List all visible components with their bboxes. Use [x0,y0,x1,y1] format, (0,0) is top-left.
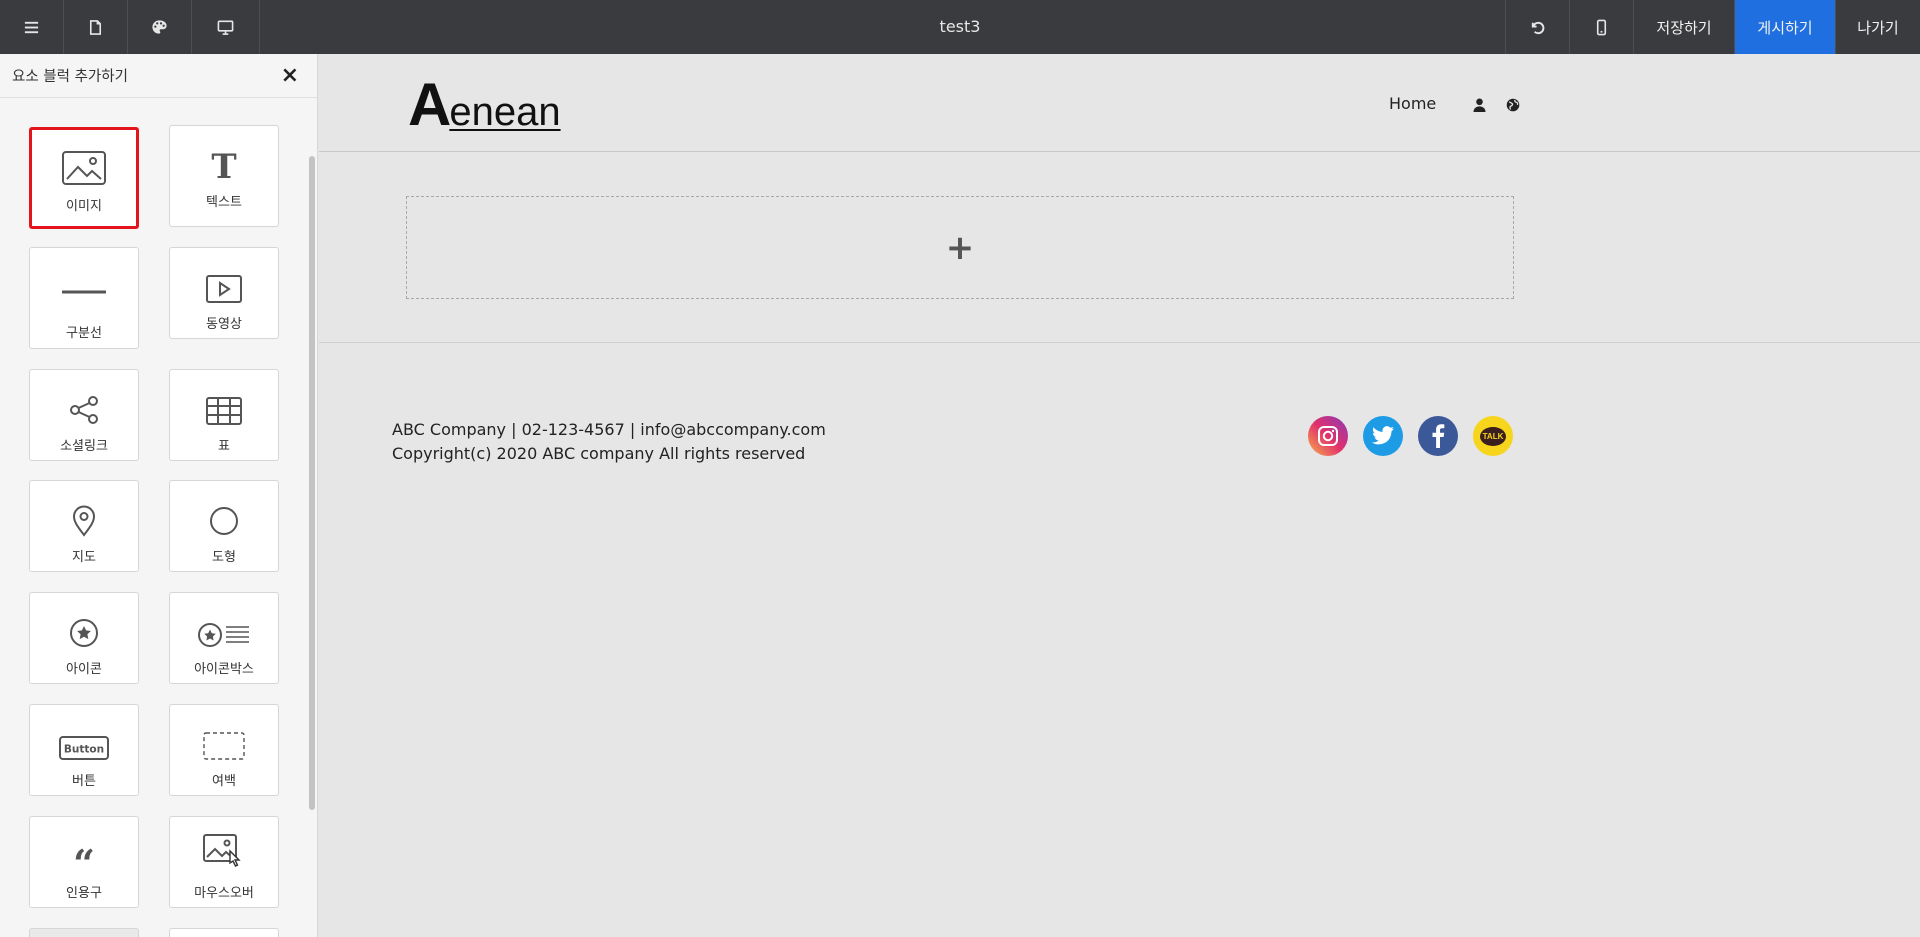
panel-header: 요소 블럭 추가하기 × [0,54,317,98]
tile-partial[interactable] [29,928,139,937]
menu-icon [24,21,39,33]
user-icon[interactable] [1473,97,1486,116]
tile-partial[interactable] [169,928,279,937]
globe-icon[interactable] [1506,97,1520,116]
svg-text:T: T [211,147,236,182]
undo-icon [1531,21,1545,34]
footer-copyright: Copyright(c) 2020 ABC company All rights… [392,444,806,463]
tile-mouseover[interactable]: 마우스오버 [169,816,279,908]
tile-table[interactable]: 표 [169,369,279,461]
video-icon [205,260,243,304]
publish-button[interactable]: 게시하기 [1734,0,1835,54]
desktop-view-button[interactable] [192,0,260,54]
twitter-icon[interactable] [1363,416,1403,456]
tile-label: 인용구 [66,886,102,901]
tile-label: 텍스트 [206,195,242,210]
tile-button[interactable]: Button 버튼 [29,704,139,796]
instagram-icon[interactable] [1308,416,1348,456]
plus-icon: + [945,227,975,268]
site-header[interactable]: Aenean Home [319,54,1920,152]
page-canvas: Aenean Home + ABC Company | 02-123-4567 … [319,54,1920,937]
tile-text[interactable]: T 텍스트 [169,125,279,227]
desktop-icon [217,20,234,35]
tile-label: 소셜링크 [60,439,108,454]
pages-button[interactable] [64,0,128,54]
mobile-icon [1596,19,1607,35]
logo-initial: A [408,71,451,138]
tile-label: 여백 [212,774,236,789]
close-icon[interactable]: × [281,64,299,87]
exit-button-label: 나가기 [1857,18,1899,37]
menu-button[interactable] [0,0,64,54]
tile-label: 아이콘박스 [194,662,254,677]
iconbox-icon [197,605,251,649]
tile-label: 아이콘 [66,662,102,677]
kakao-talk-label: TALK [1480,426,1506,446]
star-circle-icon [68,605,100,649]
svg-text:“: “ [73,847,95,873]
site-logo[interactable]: Aenean [408,70,561,139]
quote-icon: “ [69,829,99,873]
share-icon [68,382,100,426]
map-pin-icon [71,493,97,537]
panel-scrollbar[interactable] [309,104,316,937]
footer-text[interactable]: ABC Company | 02-123-4567 | info@abccomp… [392,418,826,466]
text-icon: T [209,138,239,182]
tile-label: 이미지 [66,199,102,214]
tile-iconbox[interactable]: 아이콘박스 [169,592,279,684]
tile-label: 구분선 [66,326,102,341]
mobile-view-button[interactable] [1569,0,1633,54]
tile-quote[interactable]: “ 인용구 [29,816,139,908]
save-button[interactable]: 저장하기 [1633,0,1734,54]
tile-shape[interactable]: 도형 [169,480,279,572]
tile-social-link[interactable]: 소셜링크 [29,369,139,461]
table-icon [205,382,243,426]
tile-map[interactable]: 지도 [29,480,139,572]
image-icon [61,142,107,186]
save-button-label: 저장하기 [1656,18,1712,37]
logo-text: enean [449,90,561,134]
svg-text:Button: Button [64,744,104,756]
tile-label: 지도 [72,550,96,565]
tile-spacer[interactable]: 여백 [169,704,279,796]
exit-button[interactable]: 나가기 [1835,0,1920,54]
panel-title: 요소 블럭 추가하기 [12,69,128,85]
undo-button[interactable] [1505,0,1569,54]
circle-icon [208,493,240,537]
tile-icon-element[interactable]: 아이콘 [29,592,139,684]
top-toolbar: test3 저장하기 게시하기 나가기 [0,0,1920,54]
publish-button-label: 게시하기 [1757,18,1813,37]
nav-home-link[interactable]: Home [1389,94,1436,113]
section-divider [319,342,1920,343]
scrollbar-thumb[interactable] [309,156,315,810]
palette-icon [152,19,167,34]
facebook-icon[interactable] [1418,416,1458,456]
spacer-icon [202,717,246,761]
add-block-dropzone[interactable]: + [406,196,1514,299]
divider-icon [61,260,107,304]
tile-divider[interactable]: 구분선 [29,247,139,349]
theme-button[interactable] [128,0,192,54]
kakaotalk-icon[interactable]: TALK [1473,416,1513,456]
add-element-panel: 요소 블럭 추가하기 × 이미지 T 텍스트 구분선 동영상 소셜링크 표 지도… [0,54,318,937]
tile-label: 버튼 [72,774,96,789]
page-icon [89,19,102,35]
button-icon: Button [58,717,110,761]
tile-label: 표 [218,439,230,454]
tile-video[interactable]: 동영상 [169,247,279,339]
hover-image-icon [202,829,246,873]
tile-label: 도형 [212,550,236,565]
tile-label: 동영상 [206,317,242,332]
tile-image[interactable]: 이미지 [29,127,139,229]
tile-label: 마우스오버 [194,886,254,901]
footer-company-line: ABC Company | 02-123-4567 | info@abccomp… [392,420,826,439]
